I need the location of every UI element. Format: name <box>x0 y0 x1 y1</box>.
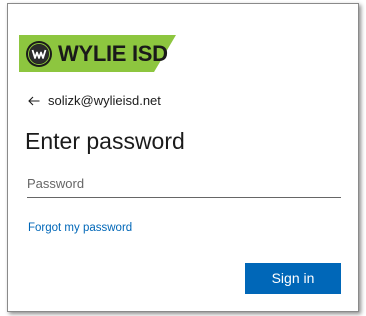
account-email: solizk@wylieisd.net <box>48 93 161 108</box>
brand-name: WYLIE ISD <box>58 41 168 66</box>
sign-in-button[interactable]: Sign in <box>245 263 341 294</box>
arrow-left-icon[interactable] <box>27 94 41 108</box>
forgot-password-link[interactable]: Forgot my password <box>28 220 132 236</box>
identity-row: solizk@wylieisd.net <box>27 92 161 110</box>
password-input[interactable] <box>27 172 341 198</box>
login-window: WYLIE ISD solizk@wylieisd.net Enter pass… <box>0 0 366 316</box>
wylie-isd-emblem-icon <box>26 41 52 67</box>
page-title: Enter password <box>25 128 185 154</box>
